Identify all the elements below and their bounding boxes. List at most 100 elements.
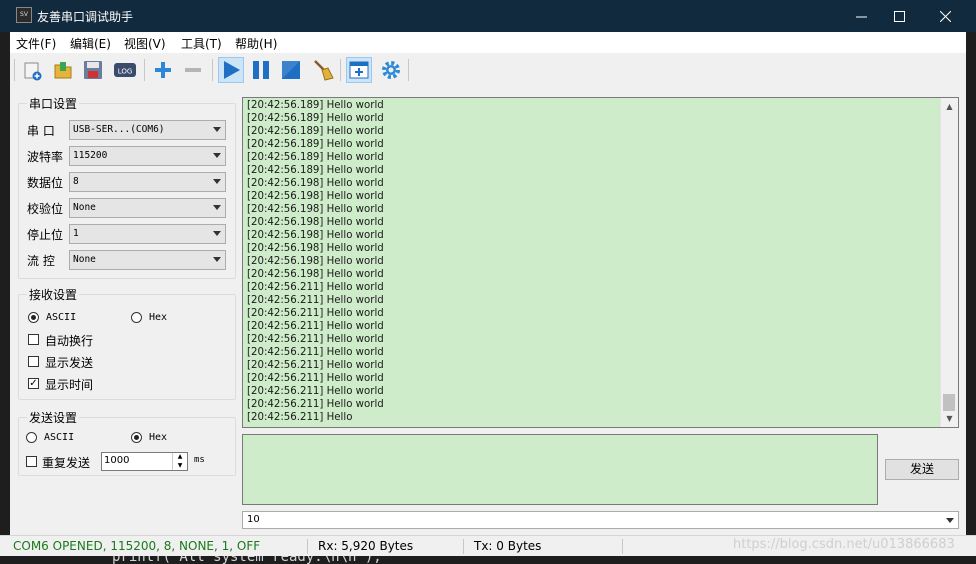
maximize-button[interactable] [876, 0, 922, 32]
add-icon [155, 62, 171, 78]
new-file-button[interactable] [20, 57, 46, 83]
stop-icon [282, 61, 300, 79]
rx-counter: Rx: 5,920 Bytes [318, 539, 414, 553]
log-line: [20:42:56.211] Hello world [247, 334, 384, 345]
background-editor-right [966, 32, 976, 535]
toolbar-separator [144, 59, 145, 81]
menu-bar: 文件(F) 编辑(E) 视图(V) 工具(T) 帮助(H) [10, 32, 966, 53]
pause-button[interactable] [248, 57, 274, 83]
log-line: [20:42:56.189] Hello world [247, 139, 384, 150]
watermark: https://blog.csdn.net/u013866683 [733, 537, 955, 552]
interval-stepper[interactable]: 1000 ▲ ▼ [101, 452, 188, 471]
data-bits-select[interactable]: 8 [69, 172, 226, 192]
settings-button[interactable] [378, 57, 404, 83]
toolbar-separator [340, 59, 341, 81]
show-time-label: 显示时间 [45, 378, 94, 392]
log-line: [20:42:56.211] Hello [247, 412, 353, 423]
show-send-checkbox[interactable] [28, 356, 39, 367]
scroll-up-icon[interactable]: ▲ [941, 98, 958, 115]
app-icon: SV [16, 7, 32, 23]
baud-rate-select[interactable]: 115200 [69, 146, 226, 166]
receive-ascii-radio[interactable] [28, 312, 39, 323]
log-line: [20:42:56.189] Hello world [247, 113, 384, 124]
save-icon [84, 61, 102, 79]
chevron-down-icon [213, 205, 221, 210]
stop-button[interactable] [278, 57, 304, 83]
receive-settings-title: 接收设置 [27, 286, 80, 303]
data-bits-value: 8 [73, 176, 79, 187]
send-settings-group: 发送设置 ASCII Hex 重复发送 1000 ▲ ▼ ms [18, 409, 236, 476]
scroll-thumb[interactable] [943, 394, 955, 411]
new-window-button[interactable] [346, 57, 372, 83]
send-history-select[interactable]: 10 [242, 511, 959, 529]
send-settings-title: 发送设置 [27, 409, 80, 426]
repeat-send-label: 重复发送 [42, 456, 91, 470]
scroll-down-icon[interactable]: ▼ [941, 410, 958, 427]
baud-rate-value: 115200 [73, 150, 108, 161]
menu-edit[interactable]: 编辑(E) [70, 35, 111, 52]
save-button[interactable] [80, 57, 106, 83]
menu-view[interactable]: 视图(V) [124, 35, 166, 52]
log-line: [20:42:56.198] Hello world [247, 217, 384, 228]
status-separator [463, 539, 464, 554]
send-button[interactable]: 发送 [885, 459, 959, 480]
start-button[interactable] [218, 57, 244, 83]
log-line: [20:42:56.198] Hello world [247, 256, 384, 267]
tx-counter: Tx: 0 Bytes [474, 539, 542, 553]
log-line: [20:42:56.211] Hello world [247, 373, 384, 384]
chevron-down-icon [213, 127, 221, 132]
log-line: [20:42:56.189] Hello world [247, 165, 384, 176]
send-input-area[interactable] [242, 434, 878, 505]
menu-help[interactable]: 帮助(H) [235, 35, 277, 52]
stop-bits-value: 1 [73, 228, 79, 239]
receive-hex-radio[interactable] [131, 312, 142, 323]
main-panel: 串口设置 串 口 USB-SER...(COM6) 波特率 115200 数据位… [10, 88, 966, 535]
clear-button[interactable] [310, 57, 336, 83]
port-value: USB-SER...(COM6) [73, 124, 165, 135]
port-select[interactable]: USB-SER...(COM6) [69, 120, 226, 140]
log-line: [20:42:56.211] Hello world [247, 321, 384, 332]
flow-control-select[interactable]: None [69, 250, 226, 270]
serial-settings-title: 串口设置 [27, 95, 80, 112]
log-line: [20:42:56.198] Hello world [247, 269, 384, 280]
menu-tools[interactable]: 工具(T) [181, 35, 222, 52]
data-bits-label: 数据位 [27, 176, 64, 190]
repeat-send-checkbox[interactable] [26, 456, 37, 467]
open-button[interactable] [50, 57, 76, 83]
stepper-up-icon[interactable]: ▲ [172, 453, 187, 461]
log-line: [20:42:56.198] Hello world [247, 204, 384, 215]
toolbar-grip [14, 59, 15, 81]
receive-log-area[interactable]: [20:42:56.189] Hello world [20:42:56.189]… [242, 97, 959, 428]
background-code-editor: printf( All system ready.\n\n ); [0, 556, 976, 564]
add-button[interactable] [150, 57, 176, 83]
port-label: 串 口 [27, 124, 55, 138]
svg-text:LOG: LOG [118, 68, 133, 76]
serial-settings-group: 串口设置 串 口 USB-SER...(COM6) 波特率 115200 数据位… [18, 95, 236, 279]
title-bar[interactable]: SV 友善串口调试助手 [0, 0, 976, 32]
receive-settings-group: 接收设置 ASCII Hex 自动换行 显示发送 ✓ 显示时间 [18, 286, 236, 400]
send-hex-radio[interactable] [131, 432, 142, 443]
background-editor-left [0, 32, 10, 535]
stop-bits-select[interactable]: 1 [69, 224, 226, 244]
log-scrollbar[interactable]: ▲ ▼ [940, 98, 958, 427]
maximize-icon [893, 10, 905, 22]
chevron-down-icon [213, 153, 221, 158]
remove-button[interactable] [180, 57, 206, 83]
log-button[interactable]: LOG [112, 57, 138, 83]
parity-select[interactable]: None [69, 198, 226, 218]
send-ascii-radio[interactable] [26, 432, 37, 443]
receive-ascii-label: ASCII [46, 312, 77, 323]
stepper-down-icon[interactable]: ▼ [172, 461, 187, 470]
log-line: [20:42:56.189] Hello world [247, 100, 384, 111]
show-time-checkbox[interactable]: ✓ [28, 378, 39, 389]
window-add-icon [349, 61, 369, 79]
parity-value: None [73, 202, 96, 213]
menu-file[interactable]: 文件(F) [16, 35, 56, 52]
auto-wrap-checkbox[interactable] [28, 334, 39, 345]
log-line: [20:42:56.189] Hello world [247, 126, 384, 137]
log-line: [20:42:56.211] Hello world [247, 347, 384, 358]
connection-status: COM6 OPENED, 115200, 8, NONE, 1, OFF [13, 539, 261, 553]
close-button[interactable] [922, 0, 968, 32]
auto-wrap-label: 自动换行 [45, 334, 94, 348]
interval-unit: ms [194, 455, 205, 465]
